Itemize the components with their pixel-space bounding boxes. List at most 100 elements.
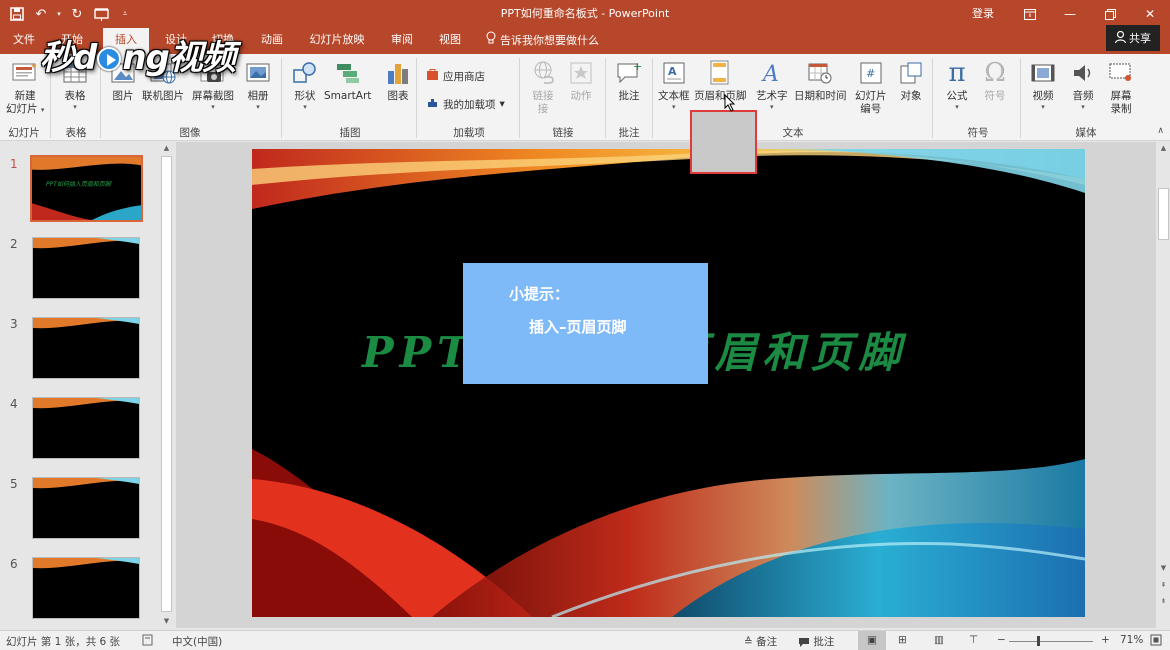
slideshow-view-icon[interactable]: ⊤ [969, 634, 978, 646]
slide-thumbnail-3[interactable]: 3 [0, 317, 160, 387]
equation-button[interactable]: π 公式 ▾ [942, 58, 972, 112]
tab-transitions[interactable]: 切换 [203, 28, 243, 54]
tab-slideshow[interactable]: 幻灯片放映 [302, 28, 372, 54]
tab-file[interactable]: 文件 [6, 28, 42, 54]
customize-qat-icon[interactable]: ⩡ [114, 3, 136, 25]
close-icon[interactable]: ✕ [1130, 0, 1170, 28]
picture-button[interactable]: 图片 [108, 58, 138, 103]
scroll-thumb[interactable] [161, 156, 172, 612]
screen-recording-button[interactable]: 屏幕 录制 [1106, 58, 1136, 116]
scroll-up-icon[interactable]: ▲ [1157, 142, 1170, 155]
previous-slide-icon[interactable]: ⇞ [1157, 579, 1170, 592]
slide-thumbnail-2[interactable]: 2 [0, 237, 160, 307]
audio-button[interactable]: 音频 ▾ [1068, 58, 1098, 112]
comment-button[interactable]: + 批注 [614, 58, 644, 103]
reading-view-icon[interactable]: ▥ [934, 634, 944, 646]
tab-insert[interactable]: 插入 [103, 28, 149, 54]
header-footer-button[interactable]: 页眉和页脚 [694, 58, 747, 103]
action-star-icon [566, 58, 596, 88]
tab-animations[interactable]: 动画 [252, 28, 292, 54]
slide-sorter-icon[interactable]: ⊞ [898, 634, 907, 646]
save-icon[interactable] [6, 3, 28, 25]
undo-dropdown-icon[interactable]: ▾ [54, 3, 64, 25]
tab-home[interactable]: 开始 [52, 28, 92, 54]
scroll-down-icon[interactable]: ▼ [160, 615, 173, 628]
link-button[interactable]: 链接 接 [528, 58, 558, 116]
textbox-icon: A [659, 58, 689, 88]
slide-thumbnail-image [32, 237, 140, 299]
scroll-thumb[interactable] [1158, 188, 1169, 240]
zoom-level[interactable]: 71% [1120, 634, 1143, 646]
ribbon-separator [50, 58, 51, 138]
my-addins-button[interactable]: 我的加载项 ▾ [426, 96, 505, 112]
group-label-links: 链接 [552, 127, 574, 139]
tab-view[interactable]: 视图 [430, 28, 470, 54]
slide-number-button[interactable]: # 幻灯片 编号 [855, 58, 887, 116]
next-slide-icon[interactable]: ⇟ [1157, 595, 1170, 608]
slide-thumbnail-5[interactable]: 5 [0, 477, 160, 547]
new-slide-button[interactable]: ✦ 新建 幻灯片 ▾ [6, 58, 44, 116]
table-button[interactable]: 表格 ▾ [60, 58, 90, 112]
slide-number-label: 6 [10, 557, 18, 571]
undo-icon[interactable]: ↶ [30, 3, 52, 25]
slide-thumbnail-image [32, 397, 140, 459]
screen-recording-icon [1106, 58, 1136, 88]
smartart-button[interactable]: SmartArt [324, 58, 371, 103]
group-label-symbols: 符号 [967, 127, 989, 139]
tab-review[interactable]: 审阅 [382, 28, 422, 54]
group-label-addins: 加载项 [453, 127, 485, 139]
slide-scrollbar[interactable]: ▲ ▼ ⇞ ⇟ [1157, 142, 1170, 628]
fit-to-window-icon[interactable] [1150, 634, 1162, 649]
zoom-slider[interactable] [1009, 641, 1093, 642]
shapes-button[interactable]: 形状 ▾ [290, 58, 320, 112]
ribbon-separator [1020, 58, 1021, 138]
screenshot-button[interactable]: + 屏幕截图 ▾ [192, 58, 234, 112]
slide-thumbnail-6[interactable]: 6 [0, 557, 160, 627]
wordart-button[interactable]: A 艺术字 ▾ [756, 58, 788, 112]
video-button[interactable]: 视频 ▾ [1028, 58, 1058, 112]
pi-icon: π [948, 58, 966, 88]
svg-text:+: + [220, 63, 227, 74]
comments-button[interactable]: 批注 [798, 634, 834, 649]
group-label-comments: 批注 [618, 127, 640, 139]
slide-thumbnail-1[interactable]: 1 PPT如何插入页眉和页脚 [0, 155, 160, 227]
svg-text:A: A [668, 65, 677, 78]
datetime-button[interactable]: 日期和时间 [794, 58, 847, 103]
zoom-in-icon[interactable]: + [1101, 634, 1110, 646]
photo-album-button[interactable]: 相册 ▾ [243, 58, 273, 112]
picture-icon [108, 58, 138, 88]
speaker-icon [1068, 58, 1098, 88]
textbox-button[interactable]: A 文本框 ▾ [658, 58, 690, 112]
collapse-ribbon-icon[interactable]: ∧ [1157, 126, 1164, 136]
minimize-icon[interactable]: — [1050, 0, 1090, 28]
store-button[interactable]: 应用商店 [426, 68, 485, 84]
object-button[interactable]: 对象 [896, 58, 926, 103]
spellcheck-icon[interactable] [142, 634, 154, 649]
login-link[interactable]: 登录 [956, 0, 1010, 28]
thumbnail-scrollbar[interactable]: ▲ ▼ [160, 142, 173, 628]
action-button[interactable]: 动作 [566, 58, 596, 103]
powerpoint-window: { "window": { "title": "PPT如何重命名板式 - Pow… [0, 0, 1170, 650]
zoom-out-icon[interactable]: − [997, 634, 1006, 646]
scroll-up-icon[interactable]: ▲ [160, 142, 173, 155]
normal-view-icon[interactable]: ▣ [858, 631, 886, 650]
present-icon[interactable] [90, 3, 112, 25]
tell-me-box[interactable]: 告诉我你想要做什么 [486, 28, 599, 54]
slide-thumbnail-4[interactable]: 4 [0, 397, 160, 467]
online-picture-button[interactable]: 联机图片 [142, 58, 184, 103]
chart-button[interactable]: 图表 [383, 58, 413, 103]
ribbon-display-options-icon[interactable] [1010, 0, 1050, 28]
notes-button[interactable]: ≙ 备注 [744, 634, 777, 649]
language-status[interactable]: 中文(中国) [172, 634, 222, 649]
scroll-down-icon[interactable]: ▼ [1157, 562, 1170, 575]
share-button[interactable]: 共享 [1106, 25, 1160, 51]
slide-number-label: 5 [10, 477, 18, 491]
tab-design[interactable]: 设计 [156, 28, 196, 54]
link-icon [528, 58, 558, 88]
zoom-slider-thumb[interactable] [1037, 636, 1040, 646]
my-addins-dropdown-icon[interactable]: ▾ [500, 98, 505, 110]
redo-icon[interactable]: ↻ [66, 3, 88, 25]
restore-icon[interactable] [1090, 0, 1130, 28]
group-label-images: 图像 [179, 127, 201, 139]
symbol-button[interactable]: Ω 符号 [980, 58, 1010, 103]
